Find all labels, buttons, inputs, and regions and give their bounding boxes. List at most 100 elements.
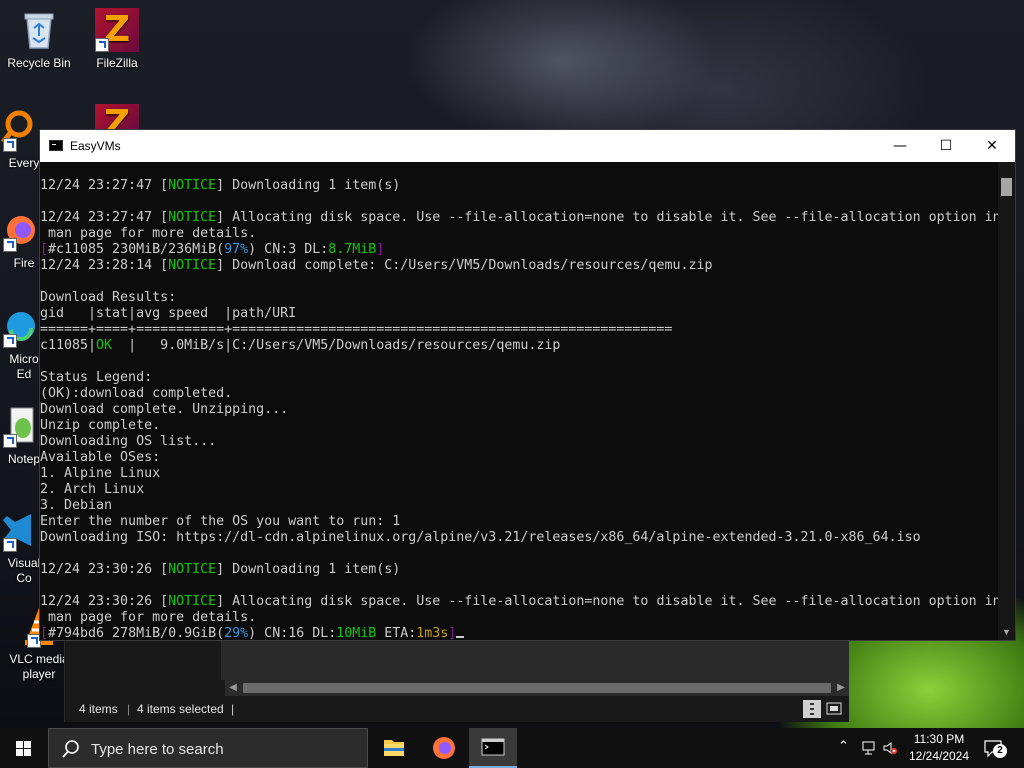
clock-date: 12/24/2024 xyxy=(908,749,970,763)
console-text: | 9.0MiB/s|C:/Users/VM5/Downloads/resour… xyxy=(112,338,561,353)
scroll-left-icon[interactable]: ◀ xyxy=(225,680,241,696)
shortcut-arrow-icon xyxy=(3,334,17,348)
scroll-right-icon[interactable]: ▶ xyxy=(833,680,849,696)
console-text: 8.7MiB xyxy=(328,242,377,257)
explorer-content xyxy=(65,640,849,680)
notepad-plus-plus-icon xyxy=(0,404,37,448)
console-line: 12/24 23:27:47 [NOTICE] Downloading 1 it… xyxy=(40,178,1000,194)
taskbar-clock[interactable]: 11:30 PM 12/24/2024 xyxy=(898,731,980,765)
console-text: #794bd6 278MiB/0.9GiB( xyxy=(48,626,225,640)
clock-time: 11:30 PM xyxy=(913,732,965,746)
console-app-icon xyxy=(49,140,63,151)
explorer-file-pane[interactable] xyxy=(221,640,849,680)
notification-center-button[interactable]: 2 xyxy=(982,738,1007,760)
console-line: gid |stat|avg speed |path/URI xyxy=(40,306,1000,322)
desktop-icon-label: Recycle Bin xyxy=(7,56,71,70)
desktop-icon-recycle-bin[interactable]: Recycle Bin xyxy=(2,8,76,71)
vscode-icon xyxy=(0,508,37,552)
console-text: 12/24 23:27:47 [ xyxy=(40,178,169,193)
firefox-icon xyxy=(0,208,37,252)
console-text: Download Results: xyxy=(40,290,177,305)
console-text: Available OSes: xyxy=(40,450,161,465)
shortcut-arrow-icon xyxy=(3,138,17,152)
console-text: Unzip complete. xyxy=(40,418,161,433)
terminal-titlebar[interactable]: EasyVMs — ☐ ✕ xyxy=(40,130,1015,162)
console-line: 1. Alpine Linux xyxy=(40,466,1000,482)
filezilla-icon: Z xyxy=(95,8,139,52)
console-line: Status Legend: xyxy=(40,370,1000,386)
console-output[interactable]: 12/24 23:27:47 [NOTICE] Downloading 1 it… xyxy=(40,178,1000,640)
console-text: (OK):download completed. xyxy=(40,386,233,401)
console-line: 3. Debian xyxy=(40,498,1000,514)
explorer-horizontal-scrollbar[interactable]: ◀ ▶ xyxy=(225,680,849,696)
console-text: 97% xyxy=(224,242,249,257)
console-line: 12/24 23:30:26 [NOTICE] Downloading 1 it… xyxy=(40,562,1000,578)
status-divider: | xyxy=(231,702,235,716)
desktop: Recycle Bin Z FileZilla Every Z Fire Mic… xyxy=(0,0,1024,768)
terminal-vertical-scrollbar[interactable]: ▼ xyxy=(998,162,1015,640)
console-text: Enter the number of the OS you want to r… xyxy=(40,514,401,529)
console-text: ] Download complete: C:/Users/VM5/Downlo… xyxy=(216,258,713,273)
desktop-icon-label: FileZilla xyxy=(96,56,138,70)
status-selected-count: 4 items selected xyxy=(137,702,224,716)
console-text: ) CN:16 DL: xyxy=(248,626,337,640)
console-text: man page for more details. xyxy=(40,226,257,241)
console-text: NOTICE xyxy=(168,258,217,273)
taskbar-firefox[interactable] xyxy=(420,728,468,768)
console-line: man page for more details. xyxy=(40,610,1000,626)
scrollbar-thumb[interactable] xyxy=(243,683,831,693)
start-button[interactable] xyxy=(0,728,48,768)
console-text: 10MiB xyxy=(336,626,377,640)
close-button[interactable]: ✕ xyxy=(969,130,1015,162)
console-text: 12/24 23:28:14 [ xyxy=(40,258,169,273)
console-text: 29% xyxy=(224,626,249,640)
scrollbar-thumb[interactable] xyxy=(1001,178,1012,196)
console-text: Downloading OS list... xyxy=(40,434,217,449)
console-line: ======+====+===========+================… xyxy=(40,322,1000,338)
taskbar-file-explorer[interactable] xyxy=(370,728,418,768)
chevron-up-icon[interactable]: ⌃ xyxy=(838,738,849,754)
window-title: EasyVMs xyxy=(70,139,121,153)
recycle-bin-icon xyxy=(17,8,61,52)
network-icon[interactable] xyxy=(862,740,878,756)
console-line: 12/24 23:28:14 [NOTICE] Download complet… xyxy=(40,258,1000,274)
console-text: NOTICE xyxy=(168,178,217,193)
large-icons-view-icon[interactable] xyxy=(825,700,843,718)
search-icon xyxy=(62,740,79,758)
console-text: Status Legend: xyxy=(40,370,153,385)
notification-count-badge: 2 xyxy=(993,744,1007,758)
desktop-icon-filezilla[interactable]: Z FileZilla xyxy=(80,8,154,71)
console-text: 12/24 23:30:26 [ xyxy=(40,594,169,609)
taskbar: ⌃ 11:30 PM 12/24/2024 2 xyxy=(0,728,1024,768)
console-line: [#794bd6 278MiB/0.9GiB(29%) CN:16 DL:10M… xyxy=(40,626,1000,640)
console-text: ] Allocating disk space. Use --file-allo… xyxy=(216,210,1000,225)
search-input[interactable] xyxy=(89,737,353,761)
console-text: Download complete. Unzipping... xyxy=(40,402,289,417)
shortcut-arrow-icon xyxy=(95,38,109,52)
folder-icon xyxy=(384,740,404,756)
console-line: man page for more details. xyxy=(40,226,1000,242)
scroll-down-icon[interactable]: ▼ xyxy=(998,624,1015,640)
taskbar-terminal[interactable] xyxy=(469,728,517,768)
details-view-icon[interactable] xyxy=(803,700,821,718)
console-line: Download complete. Unzipping... xyxy=(40,402,1000,418)
filezilla-icon: Z xyxy=(95,104,139,130)
file-explorer-window[interactable]: ◀ ▶ 4 items | 4 items selected | xyxy=(64,640,849,722)
console-text: ] xyxy=(448,626,457,640)
console-text: NOTICE xyxy=(168,562,217,577)
scroll-up-icon[interactable] xyxy=(998,162,1015,178)
minimize-button[interactable]: — xyxy=(877,130,923,162)
text-cursor xyxy=(456,636,465,638)
console-line: 12/24 23:27:47 [NOTICE] Allocating disk … xyxy=(40,210,1000,226)
console-line: 12/24 23:30:26 [NOTICE] Allocating disk … xyxy=(40,594,1000,610)
console-text: 12/24 23:30:26 [ xyxy=(40,562,169,577)
taskbar-search-box[interactable] xyxy=(48,728,368,768)
console-text: c11085| xyxy=(40,338,97,353)
volume-muted-icon[interactable] xyxy=(882,740,898,756)
maximize-button[interactable]: ☐ xyxy=(923,130,969,162)
terminal-window[interactable]: EasyVMs — ☐ ✕ 12/24 23:27:47 [NOTICE] Do… xyxy=(39,129,1016,641)
